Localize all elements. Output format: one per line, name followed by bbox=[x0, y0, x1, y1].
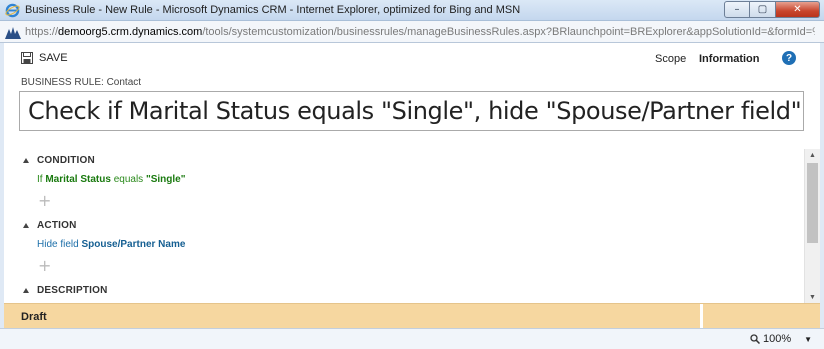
add-condition-plus-icon[interactable]: + bbox=[38, 193, 51, 209]
description-header-label: DESCRIPTION bbox=[37, 285, 108, 296]
scroll-up-arrow-icon[interactable]: ▲ bbox=[805, 149, 820, 161]
collapse-triangle-icon bbox=[23, 288, 29, 293]
url-text[interactable]: https://demoorg5.crm.dynamics.com/tools/… bbox=[25, 26, 815, 38]
condition-value: "Single" bbox=[145, 174, 186, 185]
help-icon[interactable]: ? bbox=[782, 51, 796, 65]
url-prefix: https:// bbox=[25, 26, 59, 38]
maximize-button[interactable]: ▢ bbox=[750, 1, 776, 18]
rule-status-bar: Draft bbox=[4, 303, 820, 328]
condition-line[interactable]: If Marital Status equals "Single" bbox=[37, 174, 185, 185]
zoom-level: 100% bbox=[763, 333, 792, 345]
condition-section-header[interactable]: CONDITION bbox=[23, 155, 95, 166]
zoom-dropdown-icon[interactable]: ▼ bbox=[804, 335, 812, 344]
scrollbar-thumb[interactable] bbox=[807, 163, 818, 243]
status-divider bbox=[700, 304, 703, 328]
condition-operator: equals bbox=[113, 174, 144, 185]
dynamics-crm-icon bbox=[5, 27, 21, 39]
action-field: Spouse/Partner Name bbox=[81, 239, 186, 250]
close-button[interactable]: ✕ bbox=[776, 1, 820, 18]
condition-field: Marital Status bbox=[45, 174, 111, 185]
collapse-triangle-icon bbox=[23, 223, 29, 228]
action-line[interactable]: Hide field Spouse/Partner Name bbox=[37, 239, 185, 250]
url-domain: demoorg5.crm.dynamics.com bbox=[58, 26, 203, 38]
action-header-label: ACTION bbox=[37, 220, 77, 231]
vertical-scrollbar[interactable]: ▲ ▼ bbox=[804, 149, 820, 303]
description-section-header[interactable]: DESCRIPTION bbox=[23, 285, 108, 296]
condition-header-label: CONDITION bbox=[37, 155, 95, 166]
internet-explorer-icon bbox=[5, 3, 20, 18]
collapse-triangle-icon bbox=[23, 158, 29, 163]
save-disk-icon bbox=[21, 52, 33, 64]
window-title: Business Rule - New Rule - Microsoft Dyn… bbox=[25, 4, 521, 16]
window-controls: – ▢ ✕ bbox=[724, 1, 820, 19]
page-content: SAVE Scope Information ? BUSINESS RULE: … bbox=[4, 43, 820, 328]
zoom-control[interactable]: 100% ▼ bbox=[750, 333, 812, 345]
action-section-header[interactable]: ACTION bbox=[23, 220, 77, 231]
business-rule-entity-label: BUSINESS RULE: Contact bbox=[21, 77, 142, 88]
title-bar: Business Rule - New Rule - Microsoft Dyn… bbox=[0, 0, 824, 21]
scope-link[interactable]: Scope bbox=[655, 53, 686, 65]
add-action-plus-icon[interactable]: + bbox=[38, 258, 51, 274]
save-button[interactable]: SAVE bbox=[21, 52, 68, 64]
zoom-magnifier-icon bbox=[750, 334, 760, 344]
minimize-button[interactable]: – bbox=[724, 1, 750, 18]
rule-name-text: Check if Marital Status equals "Single",… bbox=[28, 97, 802, 125]
rule-editor-scroll-region: CONDITION If Marital Status equals "Sing… bbox=[4, 149, 820, 303]
rule-name-field[interactable]: Check if Marital Status equals "Single",… bbox=[19, 91, 804, 131]
information-link[interactable]: Information bbox=[699, 53, 760, 65]
window-edge bbox=[820, 43, 824, 328]
address-bar[interactable]: https://demoorg5.crm.dynamics.com/tools/… bbox=[0, 21, 824, 43]
url-path: /tools/systemcustomization/businessrules… bbox=[202, 26, 815, 38]
browser-status-bar: 100% ▼ bbox=[0, 328, 824, 349]
action-prefix: Hide field bbox=[37, 239, 79, 250]
scroll-down-arrow-icon[interactable]: ▼ bbox=[805, 291, 820, 303]
save-label: SAVE bbox=[39, 52, 68, 64]
status-badge: Draft bbox=[21, 311, 47, 323]
condition-prefix: If bbox=[37, 174, 43, 185]
